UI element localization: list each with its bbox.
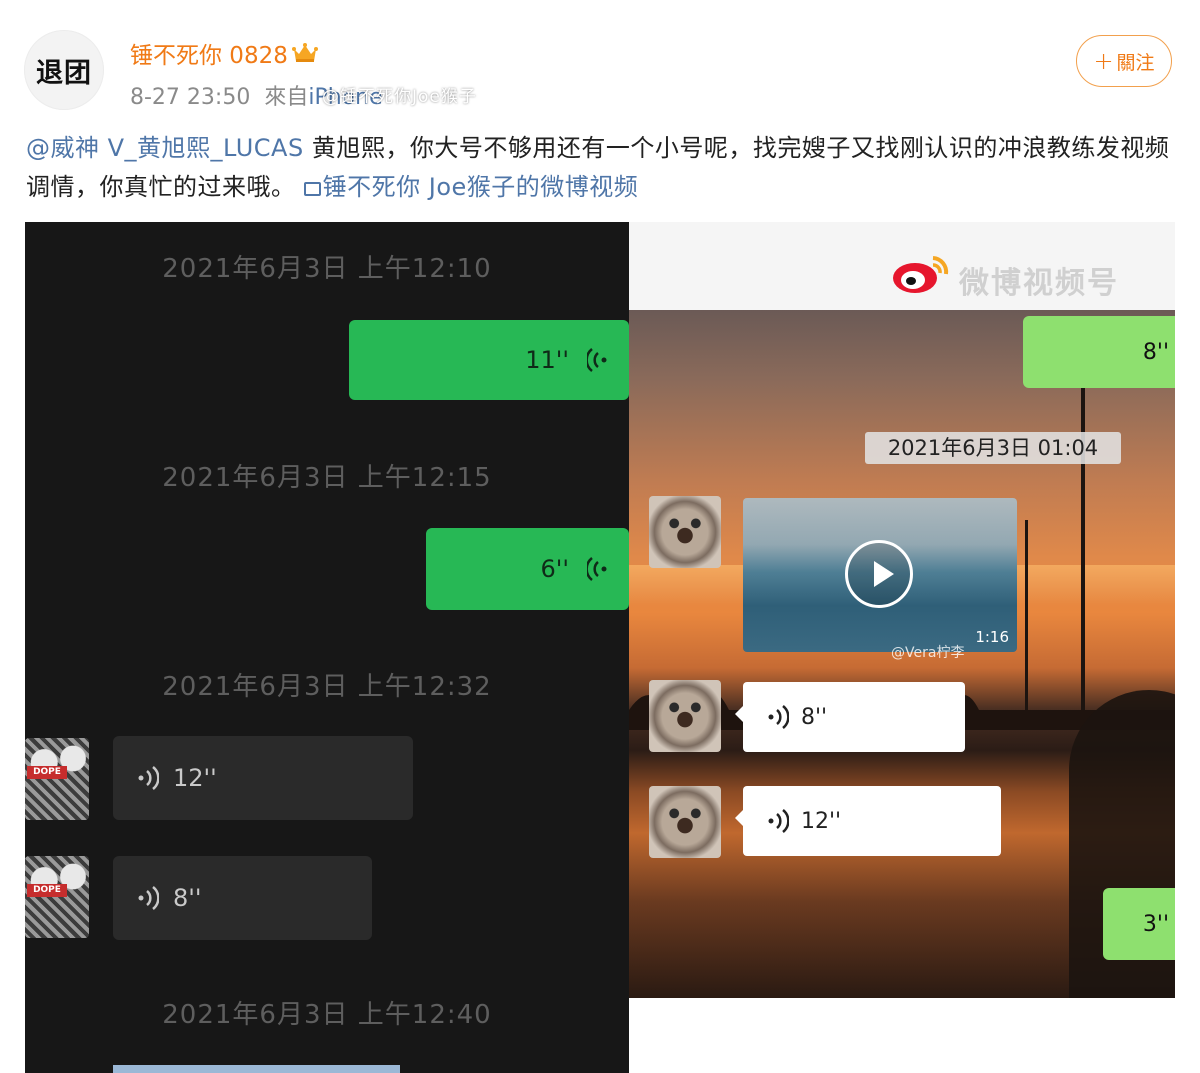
contact-avatar[interactable] [649,496,721,568]
contact-avatar[interactable] [649,786,721,858]
timestamp: 2021年6月3日 上午12:32 [162,672,492,702]
voice-icon [587,348,607,372]
boat-mast [1025,520,1028,710]
voice-icon [768,809,789,833]
weibo-video-header: 微博视频号 [629,222,1175,310]
voice-icon [138,886,159,910]
crown-icon [291,43,318,62]
play-button-icon[interactable] [845,540,913,608]
video-duration: 1:16 [975,628,1009,646]
voice-message-sent[interactable]: 3'' [1103,888,1175,960]
avatar-badge: DOPE [27,884,67,897]
voice-duration: 6'' [540,555,569,583]
voice-duration: 11'' [525,346,569,374]
video-link[interactable]: 锤不死你 Joe猴子的微博视频 [303,173,639,201]
timestamp: 2021年6月3日 01:04 [865,432,1121,464]
avatar[interactable]: 退团 [24,30,104,110]
timestamp: 2021年6月3日 上午12:15 [162,463,492,493]
voice-icon [138,766,159,790]
left-chat-screenshot[interactable]: 2021年6月3日 上午12:10 11'' 2021年6月3日 上午12:15… [25,222,629,1073]
mention-link[interactable]: @威神 V_黄旭熙_LUCAS [26,134,304,162]
watermark-handle: @锤不死你Joe猴子 [322,87,477,107]
voice-message-received[interactable]: 12'' [735,786,1001,856]
voice-icon [587,557,607,581]
weibo-logo-icon [893,256,949,293]
source-prefix: 來自 [264,85,309,110]
voice-duration: 8'' [173,884,202,912]
voice-message-received[interactable]: 8'' [735,682,965,752]
post-time: 8-27 23:50 [130,85,251,110]
post-text: @威神 V_黄旭熙_LUCAS 黄旭熙，你大号不够用还有一个小号呢，找完嫂子又找… [26,129,1176,207]
avatar-badge: DOPE [27,766,67,779]
contact-avatar[interactable]: DOPE [25,856,89,938]
voice-duration: 8'' [1142,339,1169,365]
right-chat-screenshot[interactable]: 8'' 2021年6月3日 01:04 1:16 @Vera柠李 8'' 12'… [629,310,1175,998]
follow-button[interactable]: + 關注 [1076,35,1172,87]
voice-icon [768,705,789,729]
voice-message-sent[interactable]: 6'' [426,528,629,610]
timestamp: 2021年6月3日 上午12:10 [162,254,492,284]
contact-avatar[interactable] [649,680,721,752]
voice-message-received[interactable]: 8'' [113,856,372,940]
username[interactable]: 锤不死你 0828 [130,36,318,70]
contact-avatar[interactable]: DOPE [25,738,89,820]
voice-duration: 8'' [801,704,828,730]
brand-text: 微博视频号 [959,266,1119,301]
video-thumbnail[interactable] [113,1065,400,1073]
video-icon [303,182,321,196]
plus-icon: + [1093,47,1114,75]
voice-message-sent[interactable]: 8'' [1023,316,1175,388]
video-message[interactable]: 1:16 [743,498,1017,652]
voice-duration: 12'' [173,764,217,792]
voice-message-received[interactable]: 12'' [113,736,413,820]
voice-duration: 3'' [1142,911,1169,937]
follow-label: 關注 [1116,51,1155,74]
voice-message-sent[interactable]: 11'' [349,320,629,400]
video-link-text[interactable]: 锤不死你 Joe猴子的微博视频 [323,173,639,201]
video-watermark: @Vera柠李 [891,645,965,661]
boat-mast [1081,380,1085,710]
username-text[interactable]: 锤不死你 0828 [130,36,288,70]
voice-duration: 12'' [801,808,842,834]
timestamp: 2021年6月3日 上午12:40 [162,1000,492,1030]
